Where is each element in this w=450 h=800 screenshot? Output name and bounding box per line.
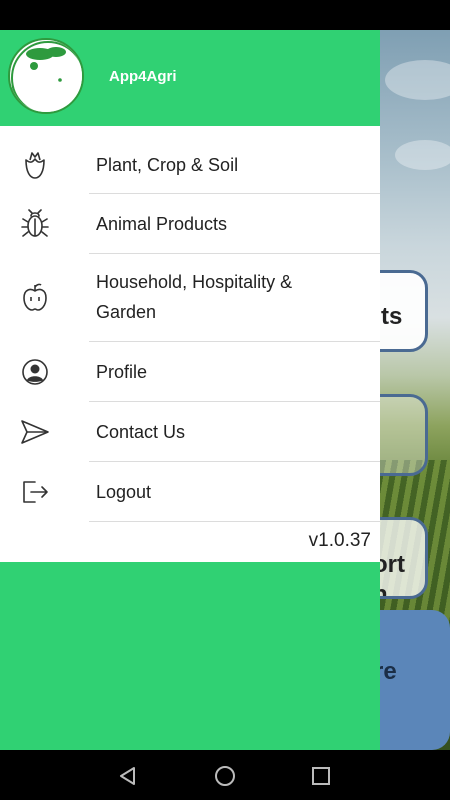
menu-item-label: Logout	[96, 482, 152, 502]
menu-item-contact-us[interactable]: Contact Us	[0, 402, 380, 462]
menu-item-profile[interactable]: Profile	[0, 342, 380, 402]
menu-item-label: Household, Hospitality & Garden	[96, 272, 293, 322]
menu-item-logout[interactable]: Logout	[0, 462, 380, 522]
menu-item-label: Plant, Crop & Soil	[96, 155, 239, 175]
cloud	[385, 60, 450, 100]
back-icon[interactable]	[116, 764, 140, 788]
recents-icon[interactable]	[309, 764, 333, 788]
logo-icon	[11, 41, 82, 112]
divider	[89, 521, 380, 522]
home-icon[interactable]	[213, 764, 237, 788]
drawer-header: App4Agri	[0, 30, 380, 126]
menu-item-household-hospitality-garden[interactable]: Household, Hospitality & Garden	[0, 254, 380, 342]
status-bar	[0, 0, 450, 30]
app-title: App4Agri	[109, 68, 177, 85]
send-icon	[20, 417, 50, 447]
app-logo	[8, 38, 84, 114]
navigation-drawer: App4Agri Plant, Crop & Soil Animal Produ…	[0, 30, 380, 750]
menu-item-label: Animal Products	[96, 214, 228, 234]
menu-item-label: Contact Us	[96, 422, 186, 442]
app-version: v1.0.37	[308, 530, 371, 551]
menu-item-plant-crop-soil[interactable]: Plant, Crop & Soil	[0, 126, 380, 194]
drawer-menu: Plant, Crop & Soil Animal Products House…	[0, 126, 380, 562]
flower-bud-icon	[20, 150, 50, 180]
menu-item-label: Profile	[96, 362, 148, 382]
apple-icon	[20, 282, 50, 312]
menu-item-animal-products[interactable]: Animal Products	[0, 194, 380, 254]
background-card-label: ts	[381, 303, 403, 330]
system-nav-bar	[0, 750, 450, 800]
screen: ts ort n re App4Agri Plant, Crop & Soil …	[0, 0, 450, 800]
cloud	[395, 140, 450, 170]
user-circle-icon	[20, 357, 50, 387]
bug-icon	[20, 209, 50, 239]
logout-icon	[20, 477, 50, 507]
